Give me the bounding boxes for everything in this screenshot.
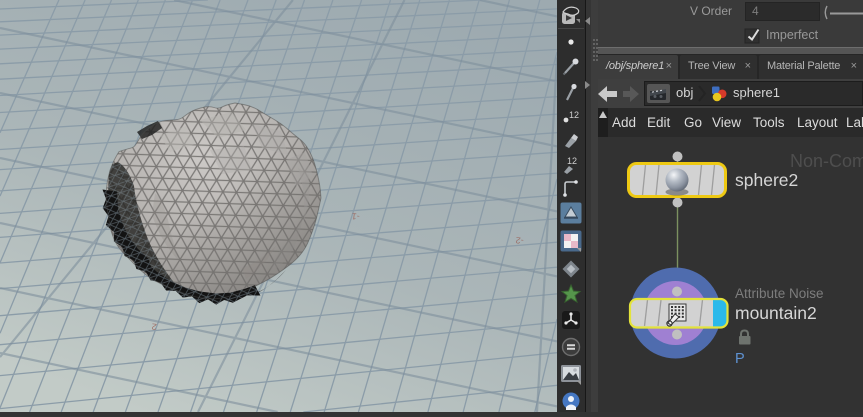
svg-text:Attribute Noise: Attribute Noise xyxy=(735,286,824,301)
svg-text:Non-Com: Non-Com xyxy=(790,151,863,171)
svg-text:12: 12 xyxy=(569,110,579,120)
svg-text:-1: -1 xyxy=(351,211,360,222)
svg-text:sphere2: sphere2 xyxy=(735,170,798,190)
svg-text:mountain2: mountain2 xyxy=(735,303,817,323)
svg-text:P: P xyxy=(735,351,745,367)
svg-text:-2: -2 xyxy=(515,235,524,246)
svg-text:12: 12 xyxy=(567,156,577,166)
